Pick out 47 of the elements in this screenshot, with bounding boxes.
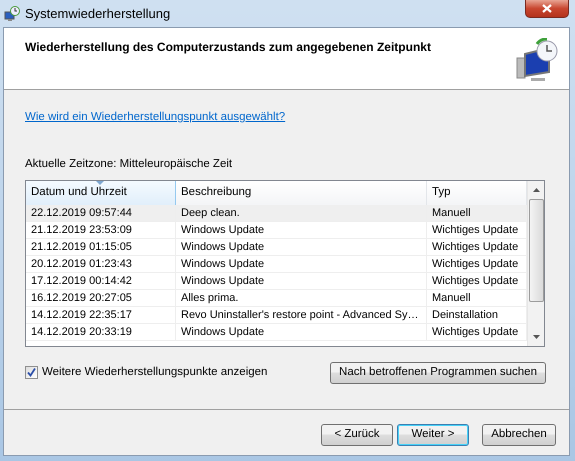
table-cell: Windows Update — [176, 222, 427, 238]
table-cell: Windows Update — [176, 324, 427, 340]
scrollbar-thumb[interactable] — [528, 198, 544, 302]
table-cell: Windows Update — [176, 272, 427, 290]
table-cell: 17.12.2019 00:14:42 — [26, 272, 176, 290]
table-cell: 22.12.2019 09:57:44 — [26, 204, 176, 222]
table-cell: Alles prima. — [176, 290, 427, 306]
table-row[interactable]: 21.12.2019 01:15:05 Windows Update Wichtiges Update — [26, 238, 527, 256]
show-more-checkbox[interactable]: Weitere Wiederherstellungspunkte anzeigen — [25, 364, 268, 382]
table-cell: 14.12.2019 20:33:19 — [26, 324, 176, 340]
table-cell: 14.12.2019 22:35:17 — [26, 306, 176, 324]
table-row[interactable]: 14.12.2019 20:33:19 Windows Update Wichtiges Update — [26, 324, 527, 340]
table-cell: 16.12.2019 20:27:05 — [26, 290, 176, 306]
table-row[interactable]: 20.12.2019 01:23:43 Windows Update Wichtiges Update — [26, 256, 527, 272]
window-title: Systemwiederherstellung — [25, 4, 170, 23]
table-cell: Windows Update — [176, 256, 427, 272]
table-cell: 20.12.2019 01:23:43 — [26, 256, 176, 272]
column-header[interactable]: Datum und Uhrzeit — [26, 180, 176, 204]
table-row[interactable]: 16.12.2019 20:27:05 Alles prima. Manuell — [26, 290, 527, 306]
close-button[interactable] — [525, 0, 569, 18]
table-cell: 21.12.2019 23:53:09 — [26, 222, 176, 238]
table-cell: Deep clean. — [176, 204, 427, 222]
scroll-down-icon — [532, 334, 540, 338]
system-restore-icon — [4, 6, 20, 22]
help-link[interactable]: Wie wird ein Wiederherstellungspunkt ausgewählt? — [25, 109, 286, 126]
sort-arrow-icon — [96, 180, 104, 184]
table-row[interactable]: 17.12.2019 00:14:42 Windows Update Wichtiges Update — [26, 272, 527, 290]
table-row[interactable]: 14.12.2019 22:35:17 Revo Uninstaller's restore point - Advanced Sy… Deinstallation — [26, 306, 527, 324]
computer-clock-icon — [515, 38, 559, 82]
table-row[interactable]: 21.12.2019 23:53:09 Windows Update Wichtiges Update — [26, 222, 527, 238]
table-row[interactable]: 22.12.2019 09:57:44 Deep clean. Manuell — [26, 204, 527, 222]
checkmark-icon — [27, 368, 36, 377]
scrollbar[interactable] — [527, 180, 544, 346]
close-icon — [542, 4, 552, 13]
dialog-button[interactable]: Weiter > — [397, 424, 469, 446]
table-cell: Windows Update — [176, 238, 427, 256]
search-affected-programs-button[interactable]: Nach betroffenen Programmen suchen — [330, 362, 546, 384]
table-cell: 21.12.2019 01:15:05 — [26, 238, 176, 256]
timezone-label: Aktuelle Zeitzone: Mitteleuropäische Zeit — [25, 157, 232, 172]
column-header[interactable]: Typ — [427, 180, 527, 204]
table-cell: Revo Uninstaller's restore point - Advanced Sy… — [176, 306, 427, 324]
column-header[interactable]: Beschreibung — [176, 180, 427, 204]
page-heading: Wiederherstellung des Computerzustands zum angegebenen Zeitpunkt — [25, 39, 431, 56]
dialog-button[interactable]: < Zurück — [321, 424, 393, 446]
dialog-button[interactable]: Abbrechen — [482, 424, 556, 446]
scroll-up-icon — [532, 188, 540, 192]
table-cell: Manuell — [427, 204, 527, 222]
